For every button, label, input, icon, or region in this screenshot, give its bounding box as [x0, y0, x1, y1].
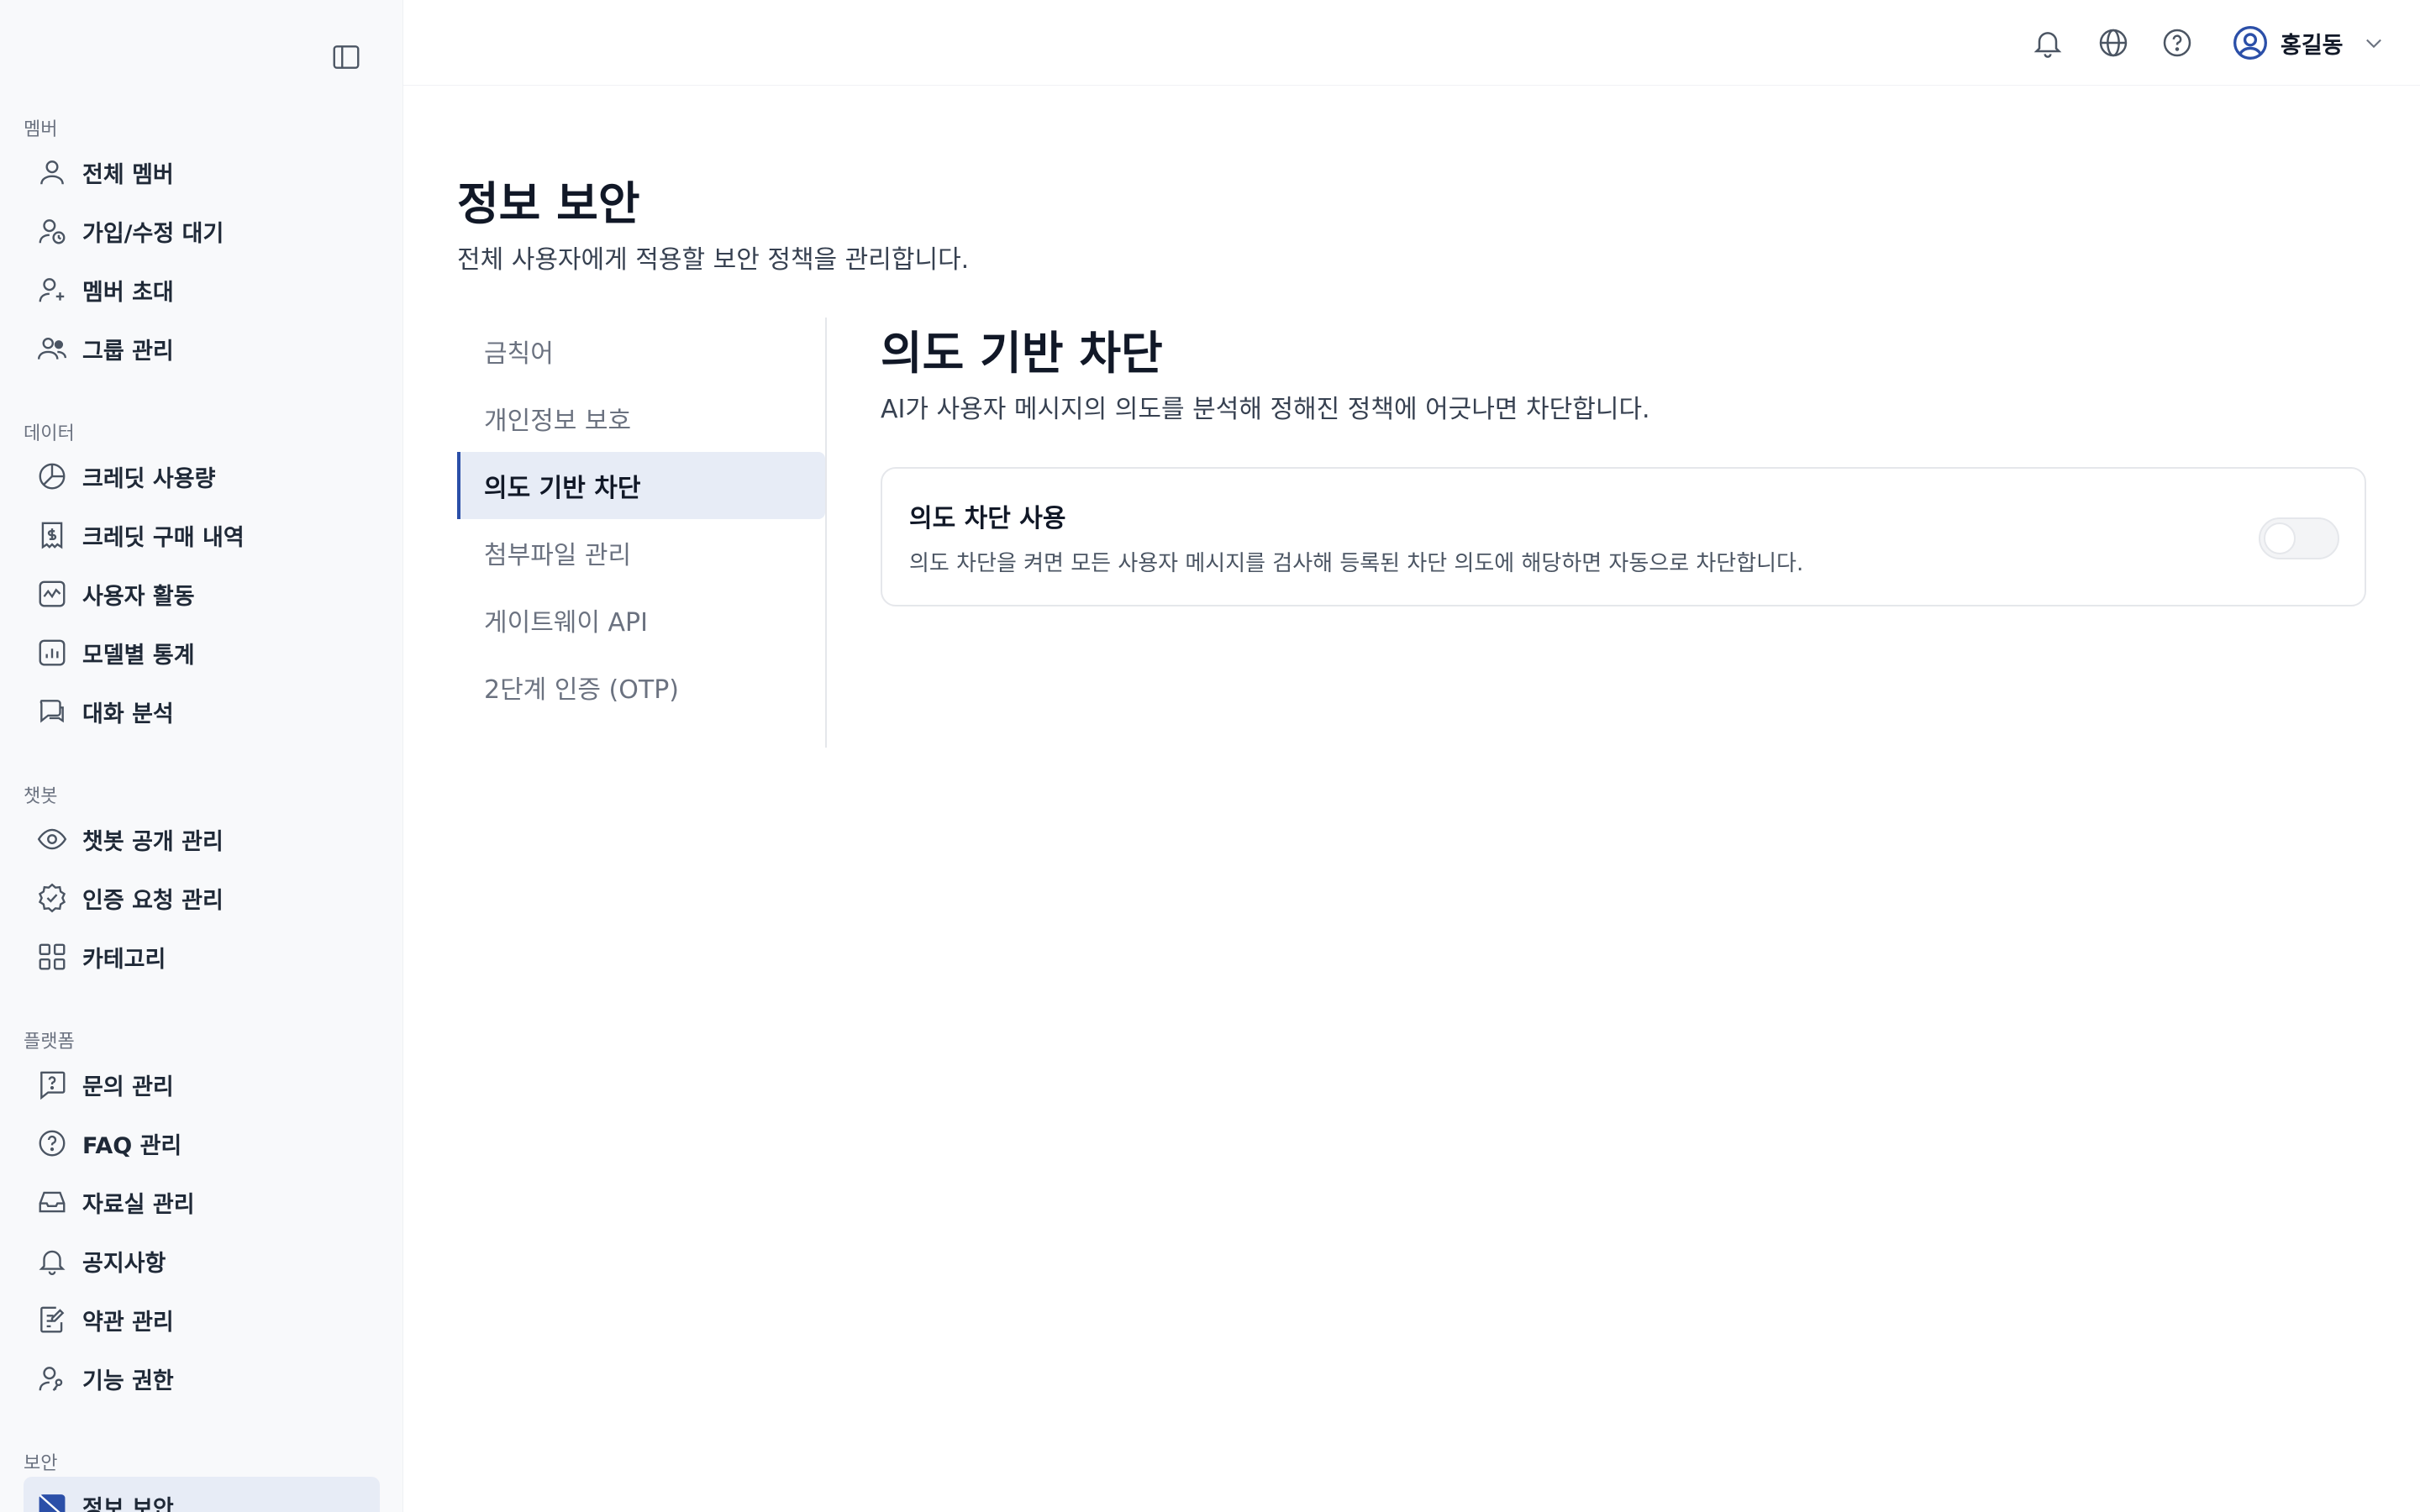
help-circle-icon: [35, 1126, 69, 1160]
eye-icon: [35, 822, 69, 856]
sidebar-item-label: 기능 권한: [82, 1368, 174, 1394]
message-question-icon: [35, 1068, 69, 1101]
toggle-knob: [2264, 522, 2296, 554]
sidebar-item-category[interactable]: 카테고리: [0, 927, 380, 986]
card-title: 의도 차단 사용: [909, 504, 1066, 533]
sidebar-panel-icon: [333, 45, 360, 69]
sidebar-section-data: 데이터 크레딧 사용량 크레딧 구매 내역 사용자 활동 모델별 통계 대화 분…: [0, 417, 402, 741]
sidebar-item-faq[interactable]: FAQ 관리: [0, 1114, 380, 1173]
chat-icon: [35, 695, 69, 728]
page-subtitle: 전체 사용자에게 적용할 보안 정책을 관리합니다.: [457, 245, 970, 275]
grid-icon: [35, 940, 69, 974]
sidebar-item-terms[interactable]: 약관 관리: [0, 1290, 380, 1349]
sidebar-item-model-stats[interactable]: 모델별 통계: [0, 623, 380, 682]
sidebar-item-library[interactable]: 자료실 관리: [0, 1173, 380, 1231]
sidebar-item-auth-requests[interactable]: 인증 요청 관리: [0, 869, 380, 927]
sidebar-item-notices[interactable]: 공지사항: [0, 1231, 380, 1290]
sidebar-item-groups[interactable]: 그룹 관리: [0, 319, 380, 378]
section-description: AI가 사용자 메시지의 의도를 분석해 정해진 정책에 어긋나면 차단합니다.: [881, 395, 1650, 424]
badge-check-icon: [35, 881, 69, 915]
sidebar-item-label: 모델별 통계: [82, 642, 195, 669]
sidebar-item-label: 사용자 활동: [82, 583, 195, 610]
sidebar-item-label: 크레딧 구매 내역: [82, 524, 245, 551]
sidebar-item-label: 전체 멤버: [82, 161, 174, 188]
user-menu[interactable]: 홍길동: [2232, 22, 2386, 64]
sidebar-item-invite[interactable]: 멤버 초대: [0, 260, 380, 319]
sidebar-section-label: 데이터: [24, 423, 75, 444]
user-icon: [35, 155, 69, 189]
subnav-item-attachments[interactable]: 첨부파일 관리: [457, 519, 825, 586]
sidebar-item-label: 크레딧 사용량: [82, 465, 216, 492]
sidebar-section-security: 보안 정보 보안: [0, 1446, 402, 1512]
subnav-item-privacy[interactable]: 개인정보 보호: [457, 385, 825, 452]
sidebar-section-label: 플랫폼: [24, 1032, 75, 1053]
sidebar-item-label: FAQ 관리: [82, 1132, 182, 1159]
sidebar-toggle-button[interactable]: [329, 40, 363, 74]
sidebar-item-permissions[interactable]: 기능 권한: [0, 1349, 380, 1408]
shield-icon: [35, 1489, 69, 1512]
card-description: 의도 차단을 켜면 모든 사용자 메시지를 검사해 등록된 차단 의도에 해당하…: [909, 551, 1804, 576]
bell-icon: [2033, 32, 2062, 58]
sidebar-item-label: 대화 분석: [82, 701, 174, 727]
app: 멤버 전체 멤버 가입/수정 대기 멤버 초대 그룹 관리 데이터 크레딧 사용…: [0, 0, 2420, 1512]
intent-blocking-toggle[interactable]: [2259, 517, 2339, 559]
inbox-icon: [35, 1185, 69, 1219]
sidebar-item-info-security[interactable]: 정보 보안: [24, 1477, 380, 1512]
sidebar-item-label: 챗봇 공개 관리: [82, 828, 224, 855]
security-subnav: 금칙어 개인정보 보호 의도 기반 차단 첨부파일 관리 게이트웨이 API 2…: [457, 318, 827, 748]
sidebar-item-chatbot-visibility[interactable]: 챗봇 공개 관리: [0, 810, 380, 869]
sidebar-item-label: 그룹 관리: [82, 338, 174, 365]
help-button[interactable]: [2160, 25, 2195, 60]
sidebar-section-chatbot: 챗봇 챗봇 공개 관리 인증 요청 관리 카테고리: [0, 780, 402, 986]
sidebar-item-label: 약관 관리: [82, 1309, 174, 1336]
sidebar-item-pending[interactable]: 가입/수정 대기: [0, 202, 380, 260]
language-button[interactable]: [2096, 25, 2131, 60]
sidebar-section-members: 멤버 전체 멤버 가입/수정 대기 멤버 초대 그룹 관리: [0, 113, 402, 378]
sidebar-item-credit-purchase[interactable]: 크레딧 구매 내역: [0, 506, 380, 564]
sidebar-section-label: 보안: [24, 1453, 58, 1474]
user-avatar-icon: [2233, 26, 2267, 60]
sidebar-item-chat-analysis[interactable]: 대화 분석: [0, 682, 380, 741]
subnav-item-gateway-api[interactable]: 게이트웨이 API: [457, 586, 825, 654]
page-title: 정보 보안: [457, 177, 640, 230]
sidebar-item-label: 공지사항: [82, 1250, 166, 1277]
bell-icon: [35, 1244, 69, 1278]
sidebar-item-label: 멤버 초대: [82, 279, 174, 306]
bar-chart-icon: [35, 636, 69, 669]
sidebar-item-all-members[interactable]: 전체 멤버: [0, 143, 380, 202]
users-icon: [35, 332, 69, 365]
chevron-down-icon: [2365, 39, 2381, 49]
receipt-icon: [35, 518, 69, 552]
user-name: 홍길동: [2281, 32, 2344, 59]
sidebar: 멤버 전체 멤버 가입/수정 대기 멤버 초대 그룹 관리 데이터 크레딧 사용…: [0, 0, 403, 1512]
notifications-button[interactable]: [2030, 25, 2065, 60]
sidebar-item-label: 문의 관리: [82, 1074, 174, 1100]
subnav-item-intent-blocking[interactable]: 의도 기반 차단: [457, 452, 825, 519]
sidebar-item-label: 정보 보안: [82, 1495, 174, 1512]
sidebar-item-label: 인증 요청 관리: [82, 887, 224, 914]
sidebar-item-credit-usage[interactable]: 크레딧 사용량: [0, 447, 380, 506]
sidebar-section-label: 멤버: [24, 119, 58, 140]
activity-icon: [35, 577, 69, 611]
sidebar-item-label: 카테고리: [82, 946, 166, 973]
edit-doc-icon: [35, 1303, 69, 1336]
user-key-icon: [35, 1362, 69, 1395]
sidebar-section-platform: 플랫폼 문의 관리 FAQ 관리 자료실 관리 공지사항 약관 관리 기능 권한: [0, 1025, 402, 1408]
user-clock-icon: [35, 214, 69, 248]
intent-blocking-card: 의도 차단 사용 의도 차단을 켜면 모든 사용자 메시지를 검사해 등록된 차…: [881, 467, 2366, 606]
globe-icon: [2099, 29, 2128, 57]
subnav-item-banned-words[interactable]: 금칙어: [457, 318, 825, 385]
subnav-item-otp[interactable]: 2단계 인증 (OTP): [457, 654, 825, 721]
sidebar-item-user-activity[interactable]: 사용자 활동: [0, 564, 380, 623]
sidebar-item-label: 가입/수정 대기: [82, 220, 224, 247]
user-plus-icon: [35, 273, 69, 307]
sidebar-item-inquiries[interactable]: 문의 관리: [0, 1055, 380, 1114]
pie-chart-icon: [35, 459, 69, 493]
section-title: 의도 기반 차단: [881, 327, 1163, 380]
sidebar-section-label: 챗봇: [24, 786, 58, 807]
sidebar-item-label: 자료실 관리: [82, 1191, 195, 1218]
help-icon: [2163, 29, 2191, 57]
